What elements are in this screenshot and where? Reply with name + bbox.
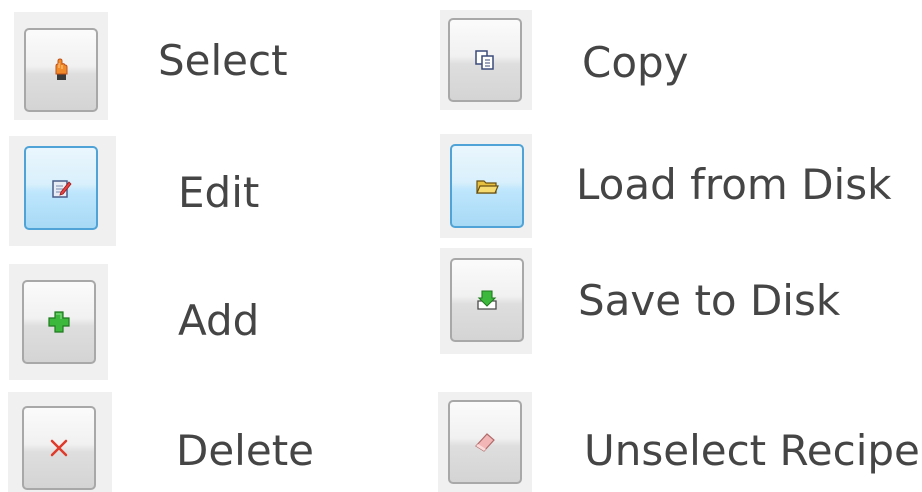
select-label: Select [158,36,288,85]
folder-icon [476,180,499,194]
plus-icon [48,311,70,333]
load-from-disk-button[interactable] [450,144,524,228]
select-button[interactable] [24,28,98,112]
delete-label: Delete [176,426,314,475]
edit-notepad-icon [52,180,72,198]
unselect-recipe-button[interactable] [448,400,522,484]
add-button[interactable] [22,280,96,364]
close-x-icon [50,439,68,457]
hand-pointer-icon [55,58,68,80]
copy-label: Copy [582,38,689,87]
eraser-icon [475,433,495,452]
save-to-disk-button[interactable] [450,258,524,342]
delete-button[interactable] [22,406,96,490]
edit-button[interactable] [24,146,98,230]
load-from-disk-label: Load from Disk [576,160,892,209]
edit-label: Edit [178,168,260,217]
unselect-recipe-label: Unselect Recipe [584,426,920,475]
copy-icon [475,50,494,70]
save-to-disk-label: Save to Disk [578,276,841,325]
copy-button[interactable] [448,18,522,102]
add-label: Add [178,296,260,345]
save-download-icon [477,290,497,310]
